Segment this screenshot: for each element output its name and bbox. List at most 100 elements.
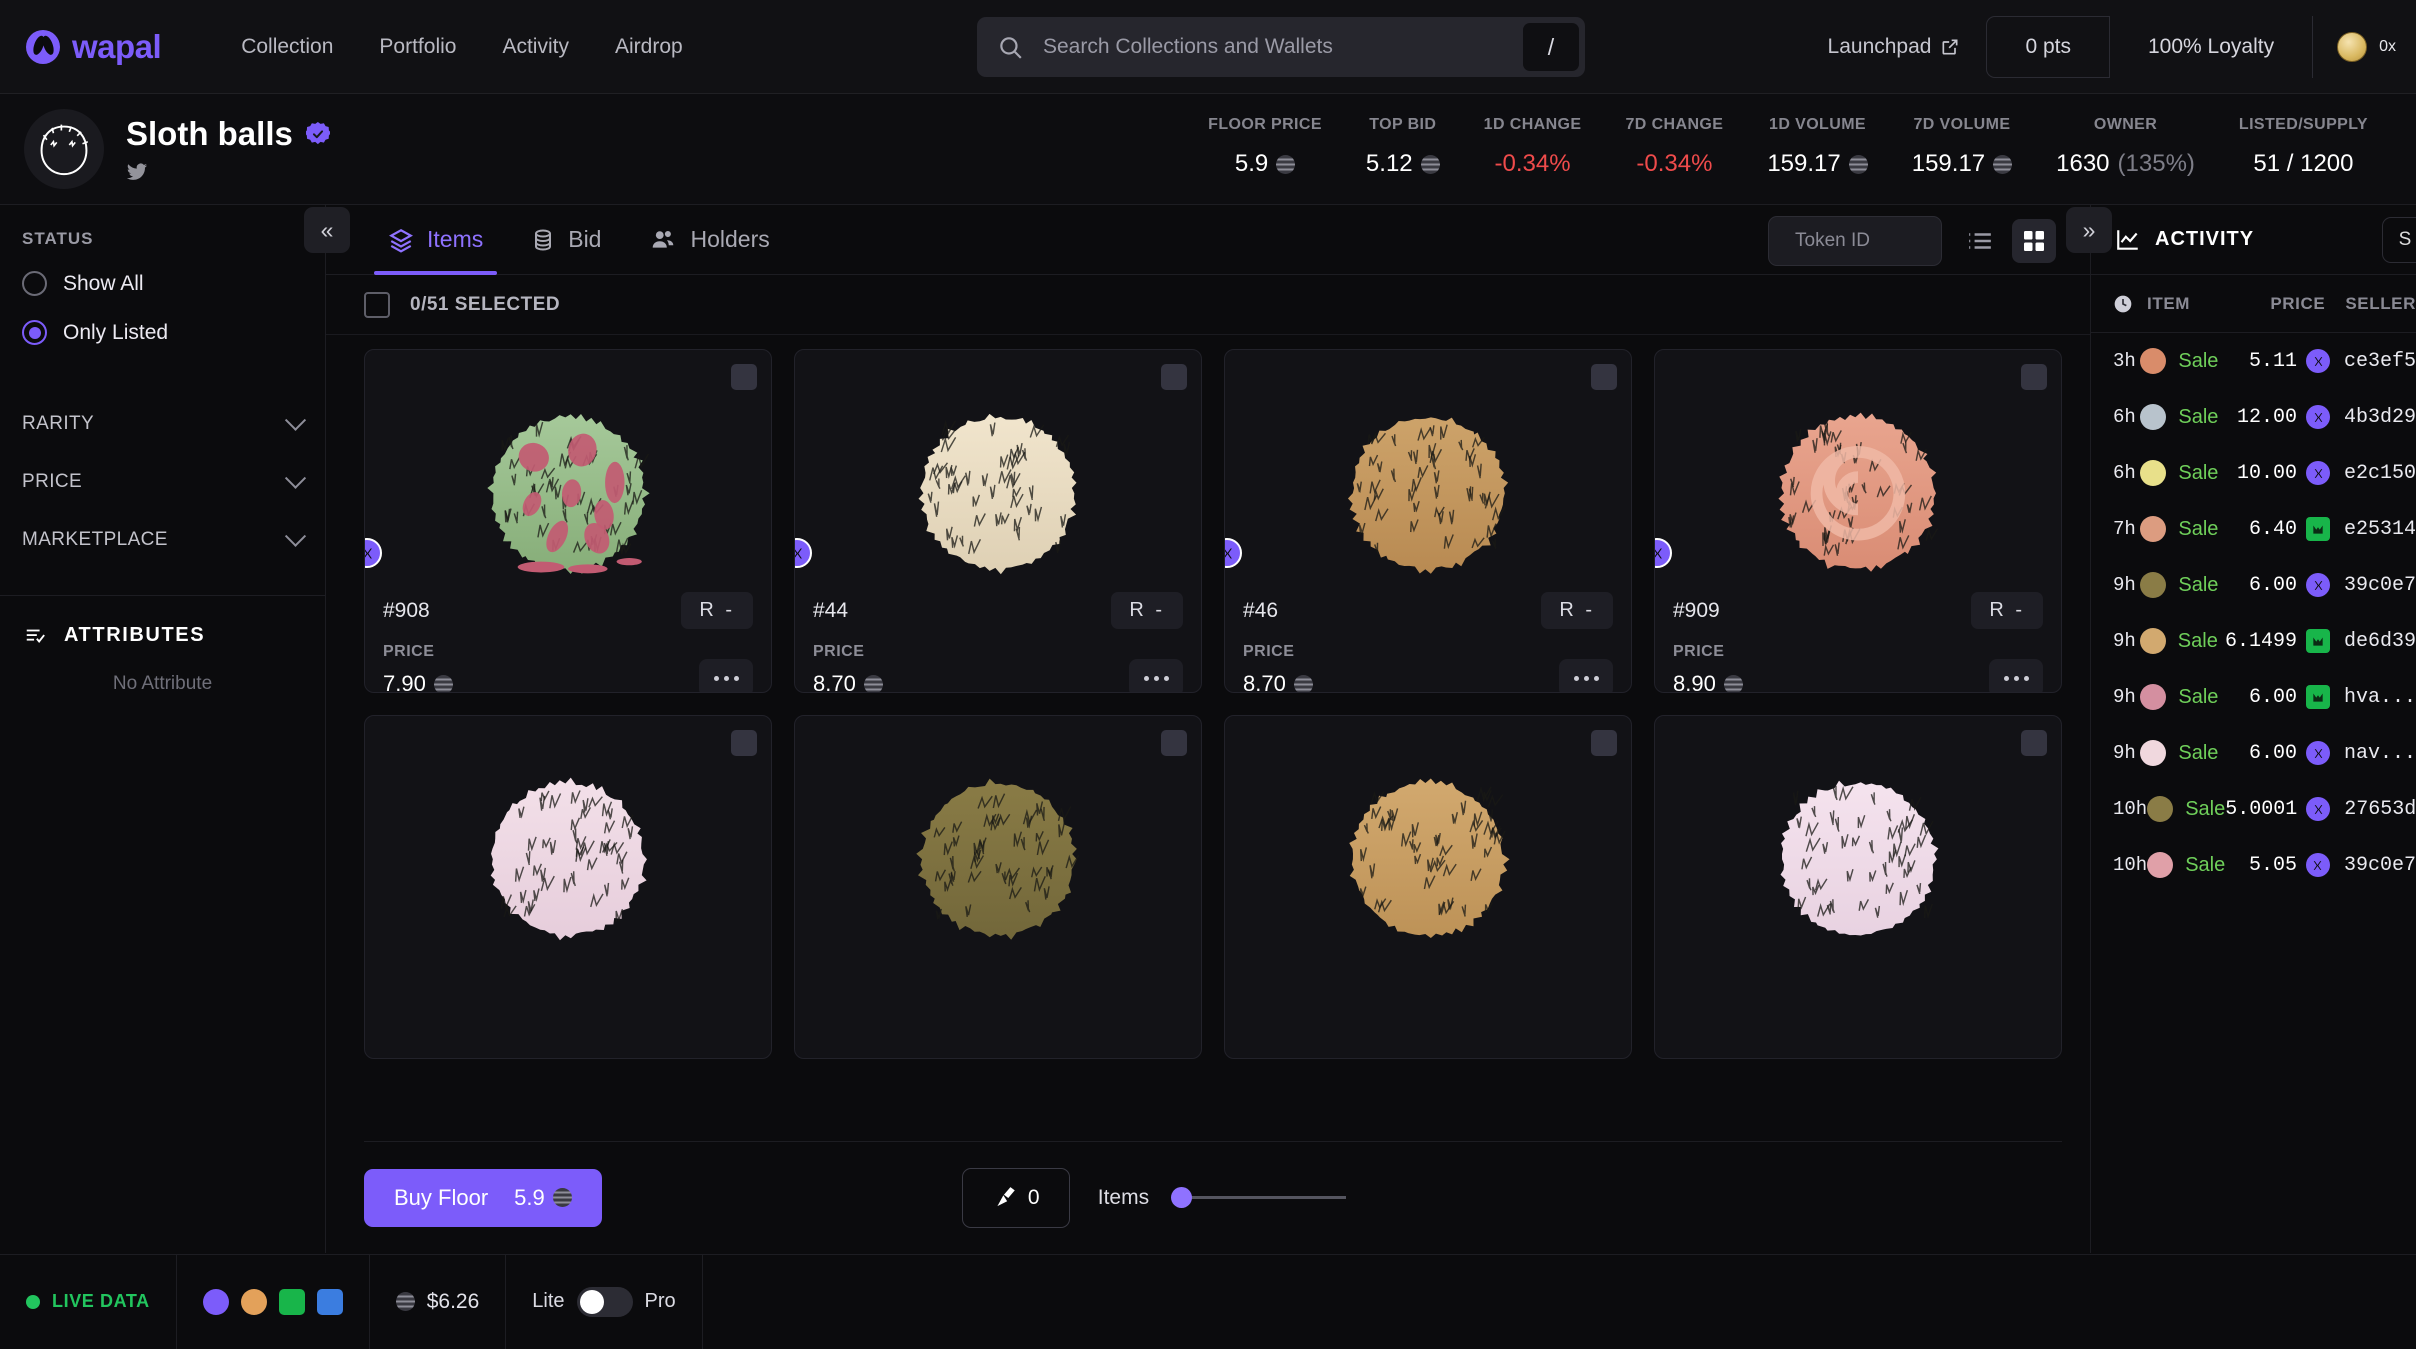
wallet-button[interactable]: 0x [2312,16,2416,78]
activity-column-headers: ITEM PRICE SELLER [2091,275,2416,333]
grid-view-button[interactable] [2012,219,2056,263]
blue-market-icon[interactable] [317,1289,343,1315]
points-badge[interactable]: 0 pts [1986,16,2109,78]
card-select-checkbox[interactable] [2021,730,2047,756]
lite-pro-toggle[interactable]: Lite Pro [506,1255,702,1349]
orange-market-icon[interactable] [241,1289,267,1315]
activity-panel: ACTIVITY S ITEM PRICE SELLER 3hSale5.11c… [2090,205,2416,1253]
card-select-checkbox[interactable] [1161,730,1187,756]
loyalty-badge[interactable]: 100% Loyalty [2109,16,2312,78]
activity-price: 6.00 [2227,742,2297,765]
token-id-input[interactable] [1795,230,2040,252]
search-input[interactable] [1043,35,1523,59]
card-select-checkbox[interactable] [731,364,757,390]
collection-avatar[interactable] [24,109,104,189]
activity-row[interactable]: 6hSale12.004b3d29 [2091,389,2416,445]
accordion-price[interactable]: PRICE [0,453,325,511]
nft-image-container [365,350,771,580]
nav-link-airdrop[interactable]: Airdrop [615,35,683,59]
wapal-market-icon[interactable] [203,1289,229,1315]
search-shortcut-key: / [1523,23,1579,71]
items-panel: « Items Bid Holders » [326,205,2090,1253]
nft-ball-image [908,768,1088,946]
tab-bid[interactable]: Bid [507,205,625,275]
activity-row[interactable]: 7hSale6.40e25314 [2091,501,2416,557]
nft-ball-image [478,402,658,580]
launchpad-link[interactable]: Launchpad [1802,35,1987,59]
activity-price: 6.00 [2227,686,2297,709]
card-select-checkbox[interactable] [1161,364,1187,390]
card-select-checkbox[interactable] [2021,364,2047,390]
activity-row[interactable]: 3hSale5.11ce3ef5 [2091,333,2416,389]
token-id-search[interactable] [1768,216,1942,266]
nft-card[interactable] [1654,715,2062,1059]
stat-listed-supply: LISTED/SUPPLY51 / 1200 [2217,116,2390,178]
aptos-icon [1849,155,1868,174]
collapse-sidebar-button[interactable]: « [304,207,350,253]
nft-card[interactable] [1224,715,1632,1059]
activity-row[interactable]: 9hSale6.00nav... [2091,725,2416,781]
stat-owner: OWNER1630(135%) [2034,116,2217,178]
activity-item-thumbnail [2140,572,2166,598]
activity-row[interactable]: 10hSale5.000127653d [2091,781,2416,837]
nav-link-collection[interactable]: Collection [241,35,333,59]
expand-activity-button[interactable]: » [2066,207,2112,253]
select-all-checkbox[interactable] [364,292,390,318]
activity-row[interactable]: 9hSale6.0039c0e7 [2091,557,2416,613]
activity-row[interactable]: 9hSale6.00hva... [2091,669,2416,725]
activity-row[interactable]: 9hSale6.1499de6d39 [2091,613,2416,669]
nft-card[interactable]: #44R -PRICE8.70 [794,349,1202,693]
activity-row[interactable]: 6hSale10.00e2c150 [2091,445,2416,501]
nft-more-options-button[interactable] [699,659,753,693]
activity-row[interactable]: 10hSale5.0539c0e7 [2091,837,2416,893]
radio-show-all[interactable]: Show All [22,271,303,296]
attributes-section-header[interactable]: ATTRIBUTES [0,596,325,647]
activity-marketplace-icon [2306,853,2330,877]
card-select-checkbox[interactable] [731,730,757,756]
nft-card[interactable]: #909R -PRICE8.90 [1654,349,2062,693]
activity-marketplace-icon [2306,741,2330,765]
global-search[interactable]: / [977,17,1585,77]
marketplace-badge-wapal-icon [1654,538,1672,568]
radio-only-listed[interactable]: Only Listed [22,320,303,345]
accordion-marketplace[interactable]: MARKETPLACE [0,511,325,569]
mode-toggle-switch[interactable] [577,1287,633,1317]
search-icon [997,34,1023,60]
card-select-checkbox[interactable] [1591,364,1617,390]
accordion-rarity[interactable]: RARITY [0,395,325,453]
sweep-slider[interactable] [1171,1185,1346,1211]
nav-link-activity[interactable]: Activity [502,35,569,59]
tab-bid-label: Bid [568,226,601,253]
marketplace-badge-wapal-icon [1224,538,1242,568]
activity-filter-button[interactable]: S [2382,217,2416,263]
tab-items[interactable]: Items [364,205,507,275]
nft-card[interactable] [794,715,1202,1059]
list-view-button[interactable] [1958,219,2002,263]
tab-holders-label: Holders [690,226,769,253]
nft-more-options-button[interactable] [1129,659,1183,693]
brand-logo[interactable]: wapal [26,28,161,66]
nft-price-label: PRICE [1673,643,1743,661]
nav-link-portfolio[interactable]: Portfolio [379,35,456,59]
stat--d-volume: 1D VOLUME159.17 [1745,116,1889,178]
nft-rarity-chip: R - [1111,592,1183,629]
card-select-checkbox[interactable] [1591,730,1617,756]
nft-ball-image [1768,402,1948,580]
nft-card[interactable]: #46R -PRICE8.70 [1224,349,1632,693]
nft-more-options-button[interactable] [1989,659,2043,693]
col-price: PRICE [2238,294,2326,314]
stat-label: 1D VOLUME [1769,116,1866,134]
nft-price-value: 8.70 [813,671,883,693]
activity-item-thumbnail [2140,348,2166,374]
twitter-icon[interactable] [126,161,148,183]
slider-knob[interactable] [1171,1187,1192,1208]
nft-card[interactable]: #908R -PRICE7.90 [364,349,772,693]
nft-more-options-button[interactable] [1559,659,1613,693]
green-market-icon[interactable] [279,1289,305,1315]
activity-item-thumbnail [2147,796,2173,822]
sweep-count-box[interactable]: 0 [962,1168,1070,1228]
aptos-icon [1993,155,2012,174]
buy-floor-button[interactable]: Buy Floor 5.9 [364,1169,602,1227]
nft-card[interactable] [364,715,772,1059]
tab-holders[interactable]: Holders [625,205,793,275]
